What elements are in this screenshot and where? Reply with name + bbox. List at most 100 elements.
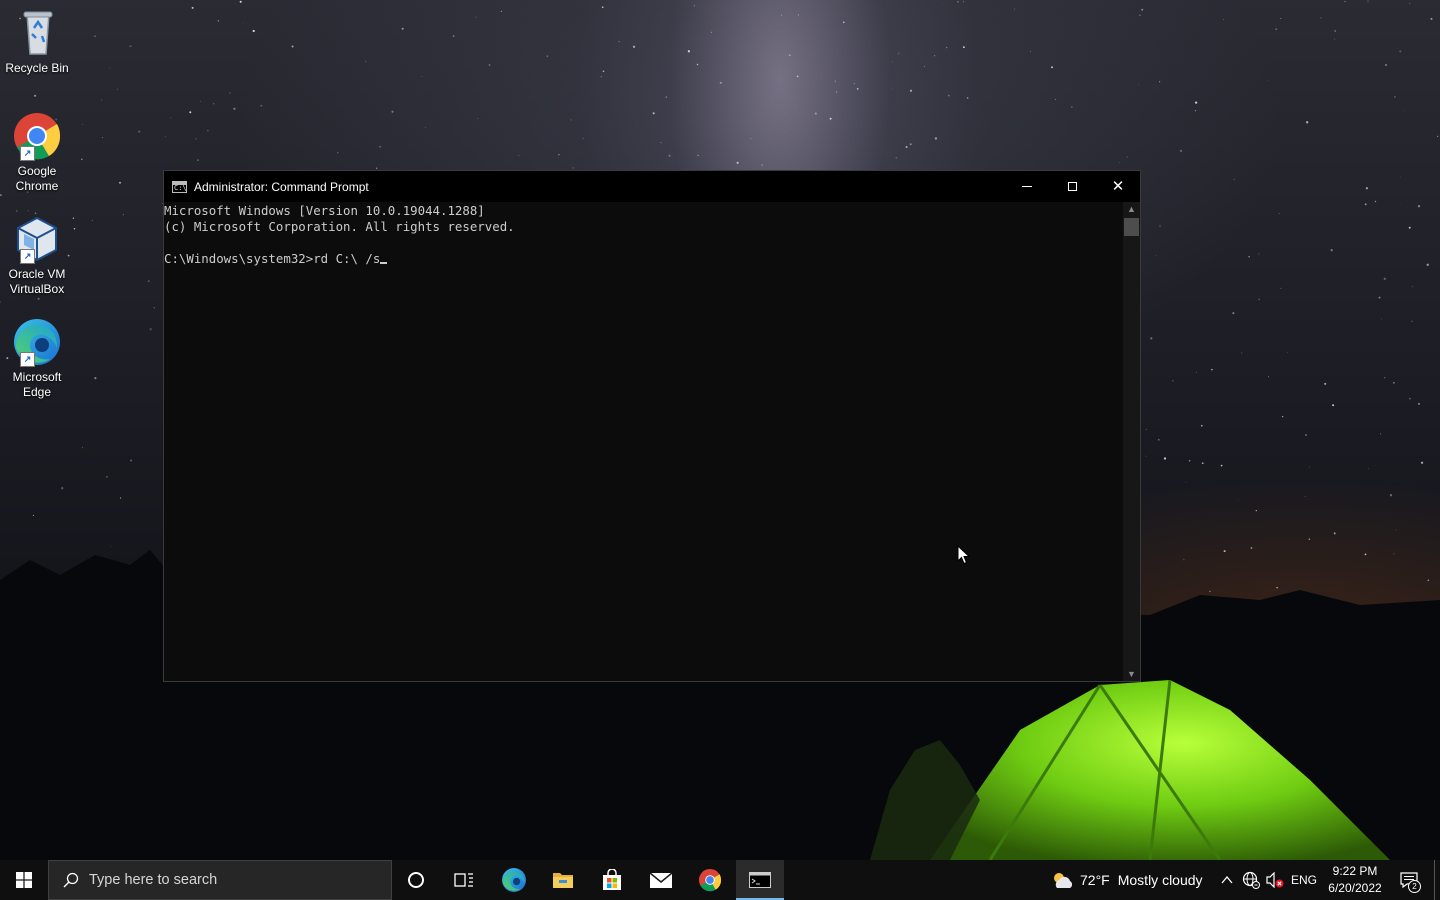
star xyxy=(829,117,832,120)
star xyxy=(1137,84,1139,86)
desktop-icon-microsoft-edge[interactable]: ↗ Microsoft Edge xyxy=(2,317,72,400)
scroll-up-arrow-icon[interactable]: ▲ xyxy=(1123,202,1140,216)
text-cursor xyxy=(380,262,388,264)
star xyxy=(1278,213,1280,215)
star xyxy=(379,145,382,148)
star xyxy=(1280,17,1282,20)
close-button[interactable]: ✕ xyxy=(1095,171,1141,202)
star xyxy=(1287,352,1288,353)
weather-widget[interactable]: 72°F Mostly cloudy xyxy=(1050,860,1203,900)
star xyxy=(260,104,263,107)
star xyxy=(1155,255,1157,256)
desktop-icon-label: Oracle VM xyxy=(8,267,66,281)
star xyxy=(425,127,426,128)
action-center-button[interactable]: 2 xyxy=(1394,860,1424,900)
start-button[interactable] xyxy=(0,860,48,900)
star xyxy=(558,154,560,156)
star xyxy=(546,55,549,57)
star xyxy=(1380,433,1381,435)
star xyxy=(1268,376,1269,378)
minimize-button[interactable] xyxy=(1004,171,1050,202)
show-desktop-button[interactable] xyxy=(1434,860,1440,900)
console-output[interactable]: Microsoft Windows [Version 10.0.19044.12… xyxy=(164,202,1122,682)
taskbar-mail-button[interactable] xyxy=(637,860,685,900)
star xyxy=(15,209,18,212)
star xyxy=(1384,377,1386,379)
star xyxy=(1145,455,1147,457)
desktop-icon-label: Google xyxy=(17,164,57,178)
star xyxy=(1126,156,1128,158)
star xyxy=(1333,532,1336,535)
star xyxy=(897,52,900,55)
star xyxy=(1367,468,1369,470)
star xyxy=(660,142,662,144)
shortcut-arrow-icon: ↗ xyxy=(20,249,35,264)
shortcut-arrow-icon: ↗ xyxy=(20,352,35,367)
command-prompt-window[interactable]: C:\ Administrator: Command Prompt ✕ Micr… xyxy=(163,170,1141,682)
star xyxy=(233,107,236,110)
taskbar-microsoft-store-button[interactable] xyxy=(588,860,636,900)
command-prompt-icon[interactable]: C:\ xyxy=(172,180,187,193)
weather-temperature: 72°F xyxy=(1080,872,1110,888)
star xyxy=(1383,277,1386,280)
star xyxy=(119,497,122,499)
vertical-scrollbar[interactable]: ▲ ▼ xyxy=(1123,202,1140,681)
network-button[interactable] xyxy=(1241,860,1261,900)
window-titlebar[interactable]: C:\ Administrator: Command Prompt ✕ xyxy=(164,171,1140,202)
taskbar-chrome-button[interactable] xyxy=(686,860,734,900)
weather-description: Mostly cloudy xyxy=(1117,872,1203,888)
window-title: Administrator: Command Prompt xyxy=(194,179,369,194)
star xyxy=(1364,203,1367,206)
star xyxy=(891,88,893,89)
star xyxy=(1399,203,1401,205)
input-language-indicator[interactable]: ENG xyxy=(1291,860,1317,900)
volume-button[interactable] xyxy=(1265,860,1285,900)
star xyxy=(736,161,739,164)
star xyxy=(1196,372,1197,373)
star xyxy=(1163,457,1167,460)
star xyxy=(138,130,141,133)
close-icon: ✕ xyxy=(1111,178,1125,195)
star xyxy=(1389,494,1393,497)
chrome-icon: ↗ xyxy=(12,111,62,161)
task-view-button[interactable] xyxy=(440,860,488,900)
star xyxy=(1334,38,1335,40)
star xyxy=(365,61,367,62)
star xyxy=(835,91,838,93)
star xyxy=(82,123,83,125)
search-input[interactable]: Type here to search xyxy=(89,872,217,888)
taskbar-command-prompt-button[interactable] xyxy=(736,860,784,900)
star xyxy=(170,117,172,119)
star xyxy=(200,100,202,102)
star xyxy=(1365,187,1368,190)
star xyxy=(452,35,455,38)
desktop-icon-label: Chrome xyxy=(15,179,59,193)
star xyxy=(0,194,2,197)
star xyxy=(102,137,103,138)
star xyxy=(1211,368,1213,371)
scrollbar-thumb[interactable] xyxy=(1124,218,1139,236)
star xyxy=(1150,337,1153,340)
taskbar-clock[interactable]: 9:22 PM 6/20/2022 xyxy=(1322,863,1388,897)
minimize-icon xyxy=(1022,186,1032,187)
taskbar-search-box[interactable]: Type here to search xyxy=(48,860,392,900)
star xyxy=(118,181,122,184)
taskbar-edge-button[interactable] xyxy=(490,860,538,900)
console-input-line[interactable]: C:\Windows\system32>rd C:\ /s xyxy=(164,251,1122,267)
star xyxy=(797,14,800,16)
taskbar-file-explorer-button[interactable] xyxy=(539,860,587,900)
star xyxy=(1334,30,1337,32)
desktop-icon-google-chrome[interactable]: ↗ Google Chrome xyxy=(2,111,72,194)
cortana-button[interactable] xyxy=(392,860,440,900)
star xyxy=(1395,529,1397,531)
star xyxy=(252,29,255,33)
star xyxy=(1393,382,1395,384)
desktop-icon-virtualbox[interactable]: ↗ Oracle VM VirtualBox xyxy=(2,214,72,297)
maximize-button[interactable] xyxy=(1049,171,1095,202)
star xyxy=(834,80,837,82)
show-hidden-icons-button[interactable] xyxy=(1218,860,1236,900)
star xyxy=(189,111,192,114)
desktop-icon-recycle-bin[interactable]: Recycle Bin xyxy=(2,8,72,76)
scroll-down-arrow-icon[interactable]: ▼ xyxy=(1123,667,1140,681)
green-tent xyxy=(870,679,1390,860)
